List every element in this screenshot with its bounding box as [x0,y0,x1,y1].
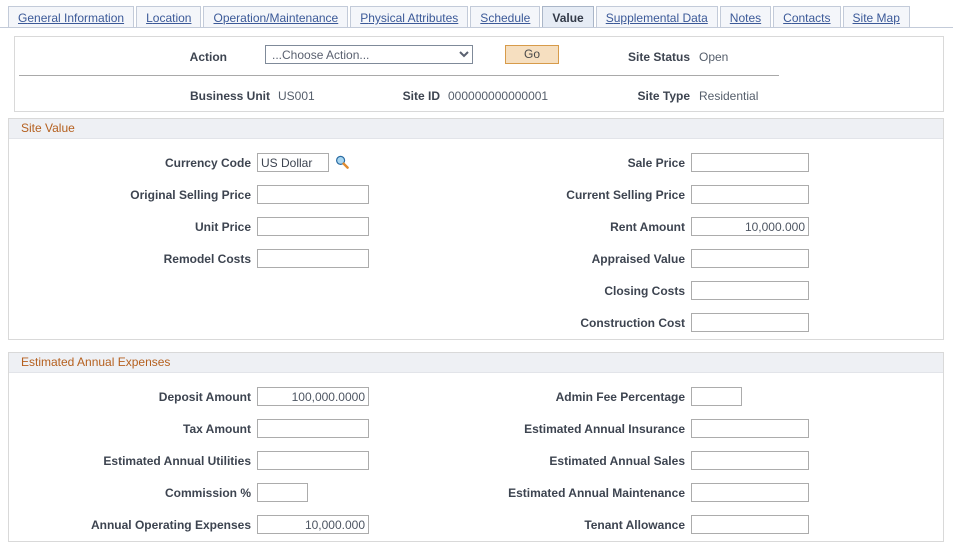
field-label-estimated-annual-maintenance: Estimated Annual Maintenance [508,486,685,500]
field-input-estimated-annual-sales[interactable] [691,451,809,470]
tab-label: Operation/Maintenance [213,11,339,25]
tab-bar: General Information Location Operation/Mai… [0,0,953,28]
field-input-tax-amount[interactable] [257,419,369,438]
field-label-rent-amount: Rent Amount [610,220,685,234]
tab-label: Location [146,11,192,25]
site-id-value: 000000000000001 [448,89,549,103]
annual-expenses-group: Estimated Annual Expenses Deposit Amount… [8,352,944,542]
field-label-sale-price: Sale Price [627,156,685,170]
field-label-tax-amount: Tax Amount [183,422,251,436]
field-input-deposit-amount[interactable] [257,387,369,406]
tab-location[interactable]: Location [136,6,202,28]
page-header-panel: Action ...Choose Action... Go Site Statu… [14,36,944,112]
annual-expenses-group-body: Deposit Amount Tax Amount Estimated Annual… [9,373,943,542]
field-input-appraised-value[interactable] [691,249,809,268]
field-label-tenant-allowance: Tenant Allowance [584,518,685,532]
field-label-currency-code: Currency Code [164,156,251,170]
tab-site-map[interactable]: Site Map [842,6,910,28]
field-label-original-selling-price: Original Selling Price [130,188,251,202]
field-input-rent-amount[interactable] [691,217,809,236]
tab-label: Notes [729,11,762,25]
field-input-tenant-allowance[interactable] [691,515,809,534]
field-label-remodel-costs: Remodel Costs [163,252,251,266]
field-label-annual-operating-expenses: Annual Operating Expenses [90,518,251,532]
field-label-appraised-value: Appraised Value [591,252,685,266]
field-input-commission-[interactable] [257,483,308,502]
lookup-magnifier-icon[interactable] [335,155,349,169]
field-label-construction-cost: Construction Cost [580,316,685,330]
tab-general-information[interactable]: General Information [8,6,135,28]
field-label-estimated-annual-sales: Estimated Annual Sales [549,454,685,468]
tab-contacts[interactable]: Contacts [773,6,841,28]
business-unit-label: Business Unit [189,89,270,103]
site-value-group: Site Value Currency Code Original Selling… [8,118,944,340]
field-input-sale-price[interactable] [691,153,809,172]
tab-label: General Information [18,11,125,25]
header-row-identity: Business Unit US001 Site ID 000000000000… [15,75,943,112]
tab-label: Site Map [852,11,900,25]
go-button[interactable]: Go [505,45,559,64]
tab-label: Schedule [480,11,531,25]
field-input-original-selling-price[interactable] [257,185,369,204]
field-label-commission-: Commission % [164,486,251,500]
field-input-currency-code[interactable] [257,153,329,172]
field-input-estimated-annual-utilities[interactable] [257,451,369,470]
field-input-annual-operating-expenses[interactable] [257,515,369,534]
field-input-construction-cost[interactable] [691,313,809,332]
field-label-estimated-annual-insurance: Estimated Annual Insurance [524,422,685,436]
site-value-group-body: Currency Code Original Selling Price Unit … [9,139,943,340]
tab-schedule[interactable]: Schedule [470,6,541,28]
field-input-estimated-annual-maintenance[interactable] [691,483,809,502]
annual-expenses-group-title: Estimated Annual Expenses [9,353,943,373]
action-select[interactable]: ...Choose Action... [265,45,473,64]
field-label-estimated-annual-utilities: Estimated Annual Utilities [103,454,251,468]
header-row-action: Action ...Choose Action... Go Site Statu… [15,37,943,75]
site-status-label: Site Status [627,50,690,64]
field-input-current-selling-price[interactable] [691,185,809,204]
field-input-closing-costs[interactable] [691,281,809,300]
tab-operation-maintenance[interactable]: Operation/Maintenance [203,6,349,28]
field-label-current-selling-price: Current Selling Price [566,188,685,202]
tab-label: Supplemental Data [605,11,708,25]
tab-supplemental-data[interactable]: Supplemental Data [595,6,718,28]
site-status-value: Open [699,50,729,64]
business-unit-value: US001 [278,89,315,103]
tab-label: Physical Attributes [360,11,459,25]
tab-notes[interactable]: Notes [719,6,772,28]
field-label-deposit-amount: Deposit Amount [158,390,251,404]
tab-bar-underline [0,27,953,28]
field-input-remodel-costs[interactable] [257,249,369,268]
tab-label: Value [552,11,584,25]
tab-value[interactable]: Value [542,6,594,28]
field-label-closing-costs: Closing Costs [604,284,685,298]
site-type-value: Residential [699,89,759,103]
field-input-admin-fee-percentage[interactable] [691,387,742,406]
field-label-unit-price: Unit Price [194,220,251,234]
action-label: Action [189,50,227,64]
tab-label: Contacts [783,11,831,25]
site-id-label: Site ID [402,89,440,103]
tab-physical-attributes[interactable]: Physical Attributes [350,6,469,28]
field-input-estimated-annual-insurance[interactable] [691,419,809,438]
site-value-group-title: Site Value [9,119,943,139]
field-label-admin-fee-percentage: Admin Fee Percentage [555,390,685,404]
field-input-unit-price[interactable] [257,217,369,236]
site-type-label: Site Type [637,89,690,103]
